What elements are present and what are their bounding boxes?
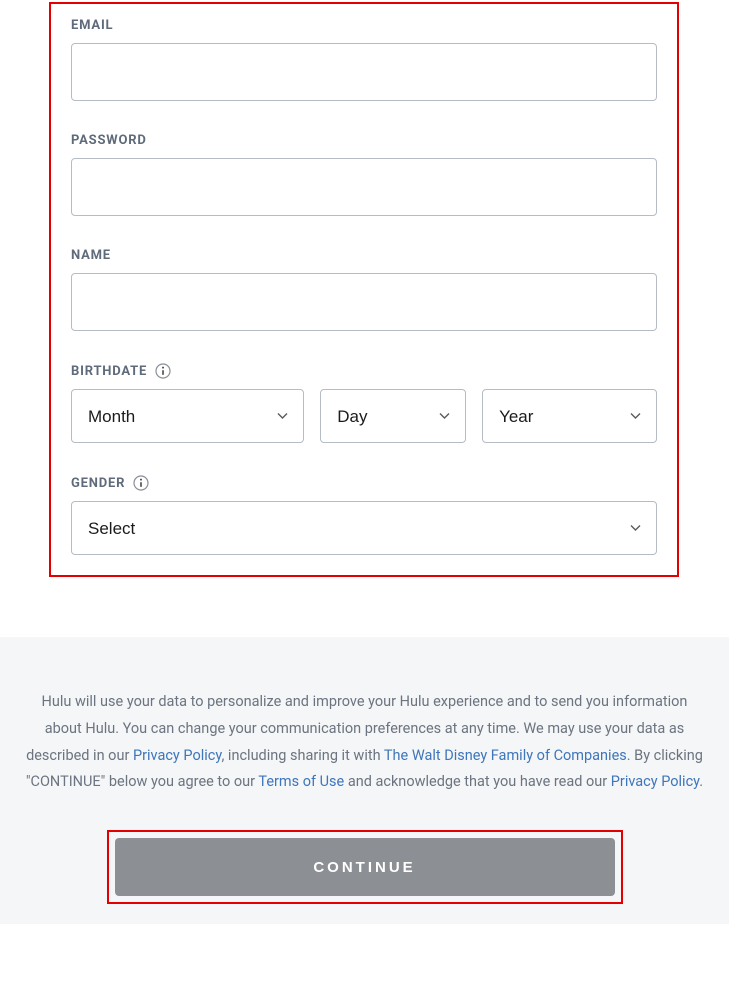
birthdate-label: BIRTHDATE (71, 364, 147, 379)
footer-section: Hulu will use your data to personalize a… (0, 637, 729, 924)
email-label: EMAIL (71, 18, 113, 33)
continue-button[interactable]: CONTINUE (115, 838, 615, 896)
gender-field-group: GENDER Select (71, 475, 657, 555)
birthdate-day-select[interactable]: Day (320, 389, 466, 443)
continue-container: CONTINUE (107, 830, 623, 904)
password-label: PASSWORD (71, 133, 147, 148)
name-label: NAME (71, 248, 111, 263)
name-field-group: NAME (71, 248, 657, 331)
gender-label: GENDER (71, 476, 125, 491)
name-input[interactable] (71, 273, 657, 331)
info-icon[interactable] (155, 363, 171, 379)
email-field-group: EMAIL (71, 18, 657, 101)
legal-text: Hulu will use your data to personalize a… (25, 689, 705, 796)
legal-part: , including sharing it with (221, 747, 383, 764)
privacy-policy-link[interactable]: Privacy Policy (133, 747, 222, 764)
info-icon[interactable] (133, 475, 149, 491)
password-field-group: PASSWORD (71, 133, 657, 216)
legal-part: . (699, 773, 703, 790)
signup-form: EMAIL PASSWORD NAME BIRTHDATE Month (49, 2, 679, 577)
birthdate-year-select[interactable]: Year (482, 389, 657, 443)
email-input[interactable] (71, 43, 657, 101)
privacy-policy-link[interactable]: Privacy Policy (611, 773, 700, 790)
gender-select[interactable]: Select (71, 501, 657, 555)
birthdate-month-select[interactable]: Month (71, 389, 304, 443)
disney-companies-link[interactable]: The Walt Disney Family of Companies (384, 747, 627, 764)
birthdate-field-group: BIRTHDATE Month Day (71, 363, 657, 443)
legal-part: and acknowledge that you have read our (344, 773, 611, 790)
terms-of-use-link[interactable]: Terms of Use (258, 773, 344, 790)
password-input[interactable] (71, 158, 657, 216)
